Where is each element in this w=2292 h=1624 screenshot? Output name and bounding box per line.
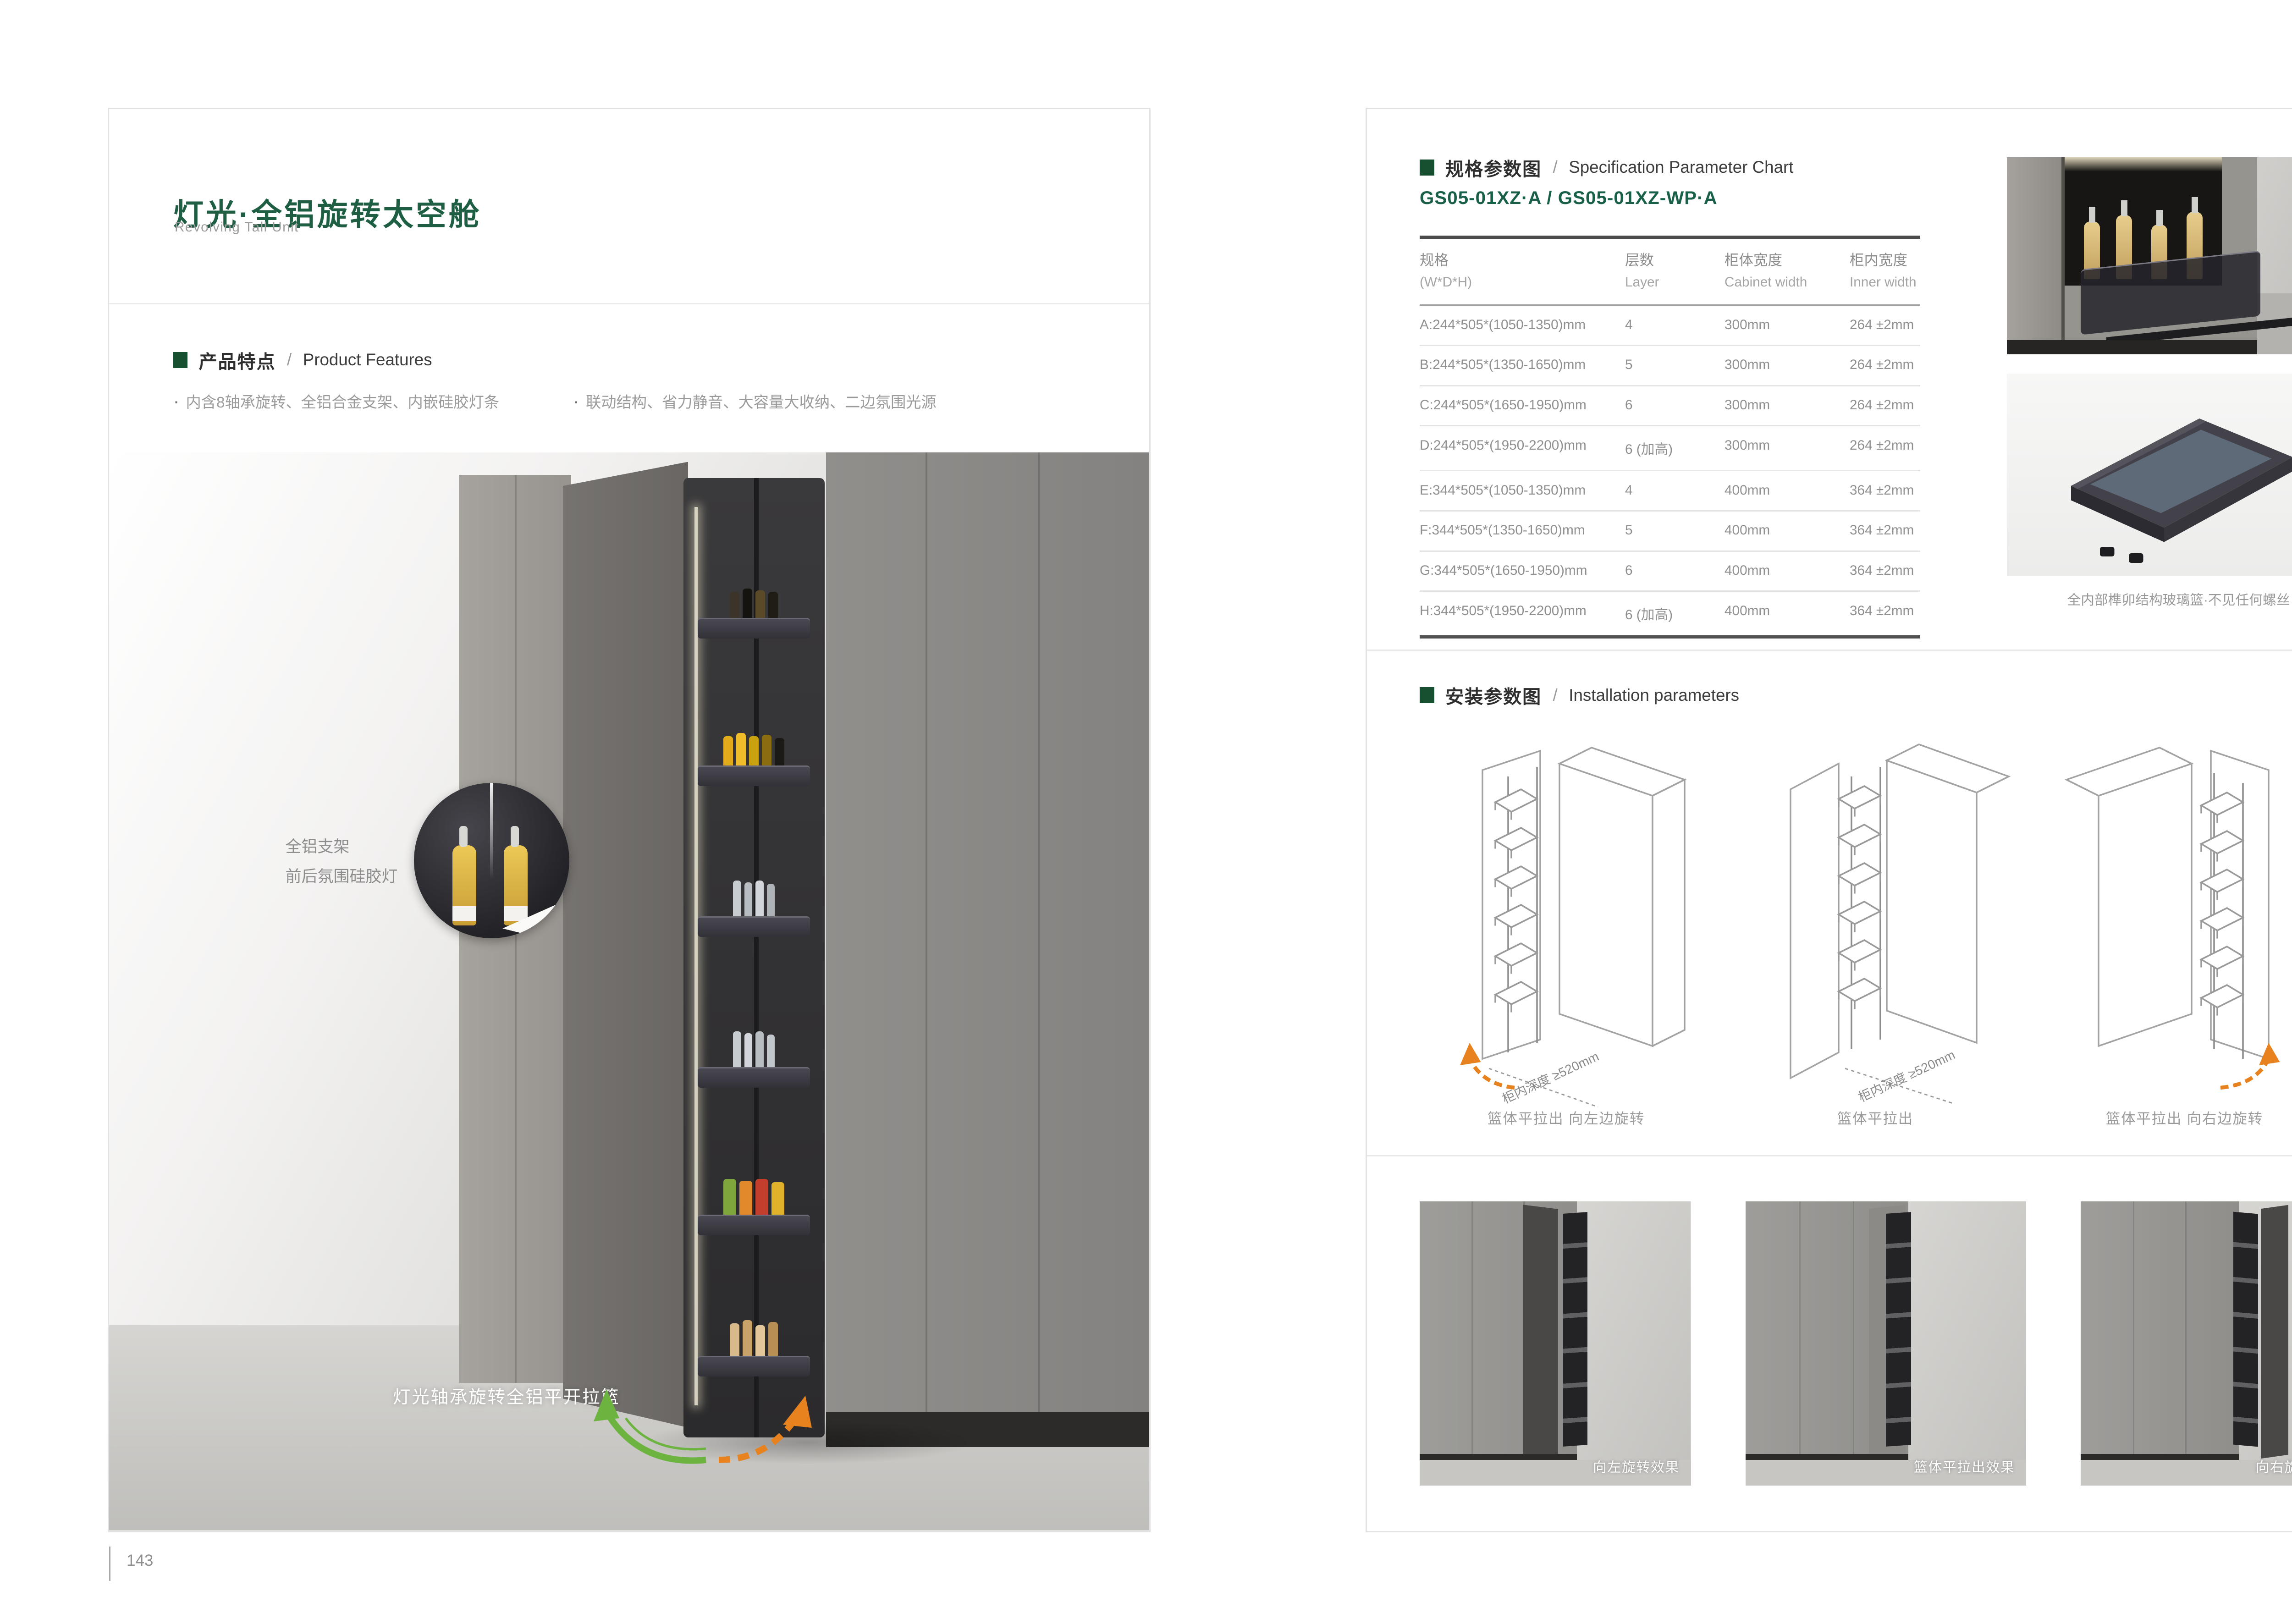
feature-bullets: · 内含8轴承旋转、全铝合金支架、内嵌硅胶灯条 · 联动结构、省力静音、大容量大… bbox=[173, 390, 937, 412]
diagram-pullout-straight: 柜内深度 ≥520mm bbox=[1733, 728, 2018, 1110]
green-arrow-arc bbox=[606, 1412, 706, 1460]
photo-caption: 向左旋转效果 bbox=[1593, 1456, 1680, 1476]
spec-table-header-row: 规格(W*D*H) 层数Layer 柜体宽度Cabinet width 柜内宽度… bbox=[1420, 239, 1920, 306]
features-header: 产品特点 / Product Features bbox=[173, 347, 432, 374]
spec-image-caption: 全内部榫卯结构玻璃篮·不见任何螺丝 bbox=[1991, 589, 2292, 609]
hero-photo: 全铝支架 前后氛围硅胶灯 灯光轴承旋转全铝平开拉篮 bbox=[109, 452, 1149, 1530]
install-heading-zh: 安装参数图 bbox=[1445, 682, 1542, 709]
diagram-captions: 篮体平拉出 向左边旋转 篮体平拉出 篮体平拉出 向右边旋转 bbox=[1412, 1107, 2292, 1128]
dim-label: 柜内深度 ≥520mm bbox=[1856, 1047, 1957, 1105]
photo-pullout-effect: 篮体平拉出效果 bbox=[1746, 1201, 2027, 1486]
photo-rotate-left-effect: 向左旋转效果 bbox=[1420, 1201, 1691, 1486]
spec-section-header: 规格参数图 / Specification Parameter Chart bbox=[1420, 154, 1793, 181]
page-subtitle: Revolving Tall Unit bbox=[175, 220, 299, 235]
col-header-layer: 层数 bbox=[1625, 248, 1725, 270]
feature-bullet-1-text: 内含8轴承旋转、全铝合金支架、内嵌硅胶灯条 bbox=[186, 390, 500, 412]
feature-bullet-2: · 联动结构、省力静音、大容量大收纳、二边氛围光源 bbox=[573, 390, 937, 412]
heading-separator: / bbox=[1553, 686, 1558, 705]
model-number: GS05-01XZ·A / GS05-01XZ-WP·A bbox=[1420, 187, 1718, 209]
divider bbox=[109, 303, 1149, 304]
table-row: H:344*505*(1950-2200)mm6 (加高)400mm364 ±2… bbox=[1420, 592, 1920, 639]
spec-table: 规格(W*D*H) 层数Layer 柜体宽度Cabinet width 柜内宽度… bbox=[1420, 236, 1920, 639]
divider bbox=[1367, 1155, 2292, 1156]
rotation-arrows bbox=[109, 452, 1149, 1530]
diagram-caption-1: 篮体平拉出 向左边旋转 bbox=[1412, 1107, 1721, 1128]
col-header-inner-width: 柜内宽度 bbox=[1850, 248, 1920, 270]
features-heading-zh: 产品特点 bbox=[199, 347, 276, 374]
green-square-icon bbox=[1420, 160, 1434, 176]
bullet-dot-icon: · bbox=[173, 390, 180, 412]
photo-caption: 篮体平拉出效果 bbox=[1914, 1456, 2015, 1476]
col-header-spec: 规格 bbox=[1420, 248, 1625, 270]
diagram-caption-2: 篮体平拉出 bbox=[1721, 1107, 2030, 1128]
table-row: C:244*505*(1650-1950)mm6300mm264 ±2mm bbox=[1420, 386, 1920, 427]
orange-arrowhead-icon bbox=[783, 1396, 812, 1428]
divider bbox=[1367, 650, 2292, 651]
photo-rotate-right-effect: 向右旋转效果 bbox=[2081, 1201, 2292, 1486]
bullet-dot-icon: · bbox=[573, 390, 579, 412]
right-page: 规格参数图 / Specification Parameter Chart GS… bbox=[1366, 108, 2292, 1532]
diagram-pullout-rotate-left: 柜内深度 ≥520mm bbox=[1412, 728, 1697, 1110]
green-square-icon bbox=[173, 352, 188, 368]
diagram-pullout-rotate-right bbox=[2054, 728, 2292, 1110]
left-page: 灯光·全铝旋转太空舱 Revolving Tall Unit 产品特点 / Pr… bbox=[108, 108, 1151, 1532]
led-glow bbox=[2065, 157, 2222, 172]
table-row: G:344*505*(1650-1950)mm6400mm364 ±2mm bbox=[1420, 552, 1920, 592]
spec-photo-basket-in-cabinet bbox=[2007, 157, 2292, 355]
table-row: B:244*505*(1350-1650)mm5300mm264 ±2mm bbox=[1420, 346, 1920, 386]
orange-arrowhead-icon bbox=[1460, 1043, 1481, 1065]
table-row: E:344*505*(1050-1350)mm4400mm364 ±2mm bbox=[1420, 471, 1920, 512]
spec-heading-en: Specification Parameter Chart bbox=[1569, 158, 1793, 177]
page-number-left: 143 bbox=[109, 1547, 153, 1581]
feature-bullet-1: · 内含8轴承旋转、全铝合金支架、内嵌硅胶灯条 bbox=[173, 390, 500, 412]
heading-separator: / bbox=[287, 350, 292, 369]
orange-arrow-arc bbox=[1470, 1059, 1515, 1088]
green-arrowhead-icon bbox=[594, 1389, 619, 1421]
effect-photos: 向左旋转效果 篮体平拉出效果 向右旋转效果 bbox=[1420, 1201, 2292, 1486]
spec-photo-glass-tray bbox=[2007, 374, 2292, 576]
features-heading-en: Product Features bbox=[303, 350, 432, 369]
heading-separator: / bbox=[1553, 158, 1558, 177]
table-row: D:244*505*(1950-2200)mm6 (加高)300mm264 ±2… bbox=[1420, 426, 1920, 471]
diagram-caption-3: 篮体平拉出 向右边旋转 bbox=[2030, 1107, 2292, 1128]
table-row: A:244*505*(1050-1350)mm4300mm264 ±2mm bbox=[1420, 306, 1920, 346]
catalog-spread: 灯光·全铝旋转太空舱 Revolving Tall Unit 产品特点 / Pr… bbox=[0, 0, 2292, 1624]
installation-diagrams: 柜内深度 ≥520mm bbox=[1412, 728, 2292, 1110]
tray-illustration bbox=[2007, 374, 2292, 576]
spec-heading-zh: 规格参数图 bbox=[1445, 154, 1542, 181]
install-heading-en: Installation parameters bbox=[1569, 686, 1739, 705]
col-header-cabinet-width: 柜体宽度 bbox=[1725, 248, 1850, 270]
feature-bullet-2-text: 联动结构、省力静音、大容量大收纳、二边氛围光源 bbox=[586, 390, 937, 412]
green-square-icon bbox=[1420, 687, 1434, 703]
photo-caption: 向右旋转效果 bbox=[2255, 1456, 2292, 1476]
table-row: F:344*505*(1350-1650)mm5400mm364 ±2mm bbox=[1420, 512, 1920, 552]
install-section-header: 安装参数图 / Installation parameters bbox=[1420, 682, 1739, 709]
